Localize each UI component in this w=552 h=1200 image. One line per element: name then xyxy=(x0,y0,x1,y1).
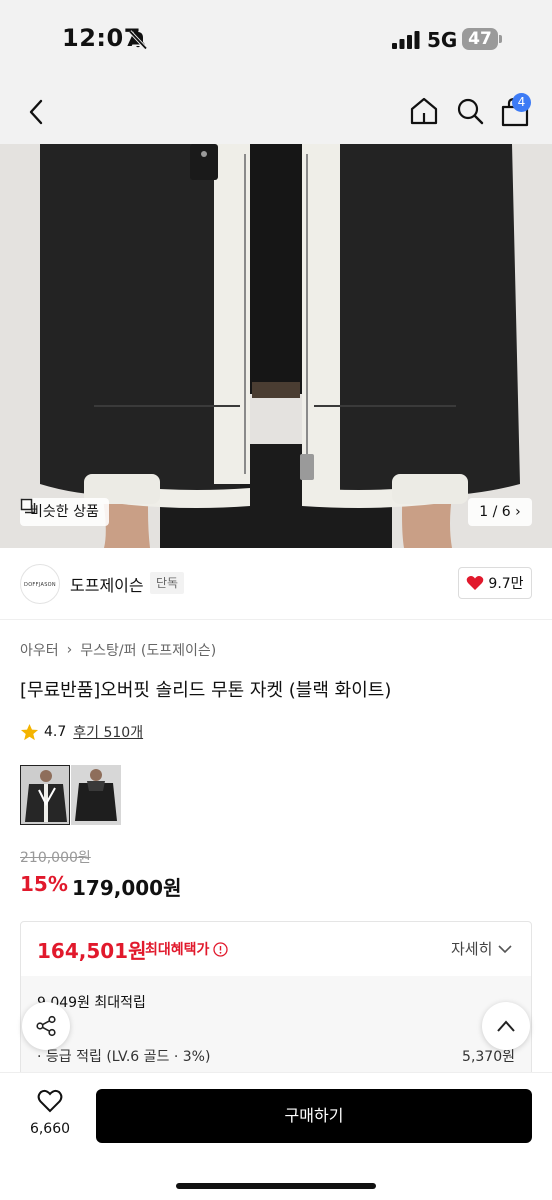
brand-like-button[interactable]: 9.7만 xyxy=(458,567,532,599)
home-indicator xyxy=(176,1183,376,1189)
color-thumbnail-2[interactable] xyxy=(71,765,121,825)
scroll-top-button[interactable] xyxy=(482,1002,530,1050)
buy-button[interactable]: 구매하기 xyxy=(96,1089,532,1143)
bell-off-icon xyxy=(128,30,148,50)
bottom-action-bar: 6,660 구매하기 xyxy=(0,1072,552,1200)
wishlist-count: 6,660 xyxy=(29,1121,71,1137)
chevron-up-icon xyxy=(497,1020,515,1032)
brand-like-count: 9.7만 xyxy=(488,576,524,592)
similar-products-label: 비슷한 상품 xyxy=(30,504,99,520)
battery-icon: 47 xyxy=(462,28,498,50)
detail-toggle-label: 자세히 xyxy=(451,940,493,958)
similar-products-button[interactable]: 비슷한 상품 xyxy=(20,498,109,526)
jacket-photo xyxy=(0,144,552,548)
sale-price: 179,000원 xyxy=(72,876,182,900)
status-bar: 12:07 5G 47 xyxy=(0,0,552,80)
heart-filled-icon xyxy=(467,576,484,590)
benefit-box: 164,501원 최대혜택가 자세히 9,049원 최대적립 · 등급 적립 (… xyxy=(20,921,532,1091)
original-price: 210,000원 xyxy=(20,850,91,866)
breadcrumb-item-outer[interactable]: 아우터 xyxy=(20,640,59,660)
exclusive-badge: 단독 xyxy=(150,572,185,594)
benefit-detail-toggle[interactable]: 자세히 xyxy=(451,938,512,959)
image-counter[interactable]: 1 / 6 › xyxy=(468,498,532,526)
heart-outline-icon xyxy=(37,1089,63,1113)
brand-name[interactable]: 도프제이슨 xyxy=(70,572,144,596)
product-title: [무료반품]오버핏 솔리드 무톤 자켓 (블랙 화이트) xyxy=(20,680,392,701)
grade-points-label: · 등급 적립 (LV.6 골드 · 3%) xyxy=(37,1049,211,1065)
thumbnail-photo xyxy=(21,766,69,824)
back-icon[interactable] xyxy=(24,97,50,127)
discount-rate: 15% xyxy=(20,872,68,896)
breadcrumb-separator: › xyxy=(66,642,73,658)
max-benefit-label: 최대혜택가 xyxy=(145,942,210,958)
product-image[interactable]: 비슷한 상품 1 / 6 › xyxy=(0,144,552,548)
max-benefit-price: 164,501원 xyxy=(37,939,147,963)
chevron-down-icon xyxy=(498,944,512,953)
rating-row[interactable]: 4.7 후기 510개 xyxy=(20,722,143,742)
star-icon xyxy=(20,723,39,740)
battery-tip xyxy=(499,35,502,43)
top-nav xyxy=(0,80,552,144)
search-icon[interactable] xyxy=(454,95,486,127)
breadcrumb-item-mustang[interactable]: 무스탕/퍼 (도프제이슨) xyxy=(80,640,216,660)
brand-logo[interactable]: DOFFJASON xyxy=(20,564,60,604)
image-counter-label: 1 / 6 xyxy=(479,504,511,520)
color-thumbnail-1[interactable] xyxy=(20,765,70,825)
network-label: 5G xyxy=(427,28,458,52)
thumbnail-photo xyxy=(71,765,121,825)
rating-score: 4.7 xyxy=(44,724,67,740)
max-benefit-label-row[interactable]: 최대혜택가 xyxy=(145,939,229,959)
signal-icon xyxy=(392,31,420,49)
share-icon xyxy=(36,1015,56,1037)
home-icon[interactable] xyxy=(408,95,440,127)
cart-count-badge: 4 xyxy=(512,93,531,112)
section-divider xyxy=(0,619,552,620)
breadcrumb: 아우터 › 무스탕/퍼 (도프제이슨) xyxy=(20,640,216,660)
similar-icon xyxy=(20,498,36,514)
info-icon xyxy=(213,941,229,957)
wishlist-button[interactable]: 6,660 xyxy=(22,1089,78,1137)
review-count-link[interactable]: 후기 510개 xyxy=(73,722,143,742)
share-button[interactable] xyxy=(22,1002,70,1050)
